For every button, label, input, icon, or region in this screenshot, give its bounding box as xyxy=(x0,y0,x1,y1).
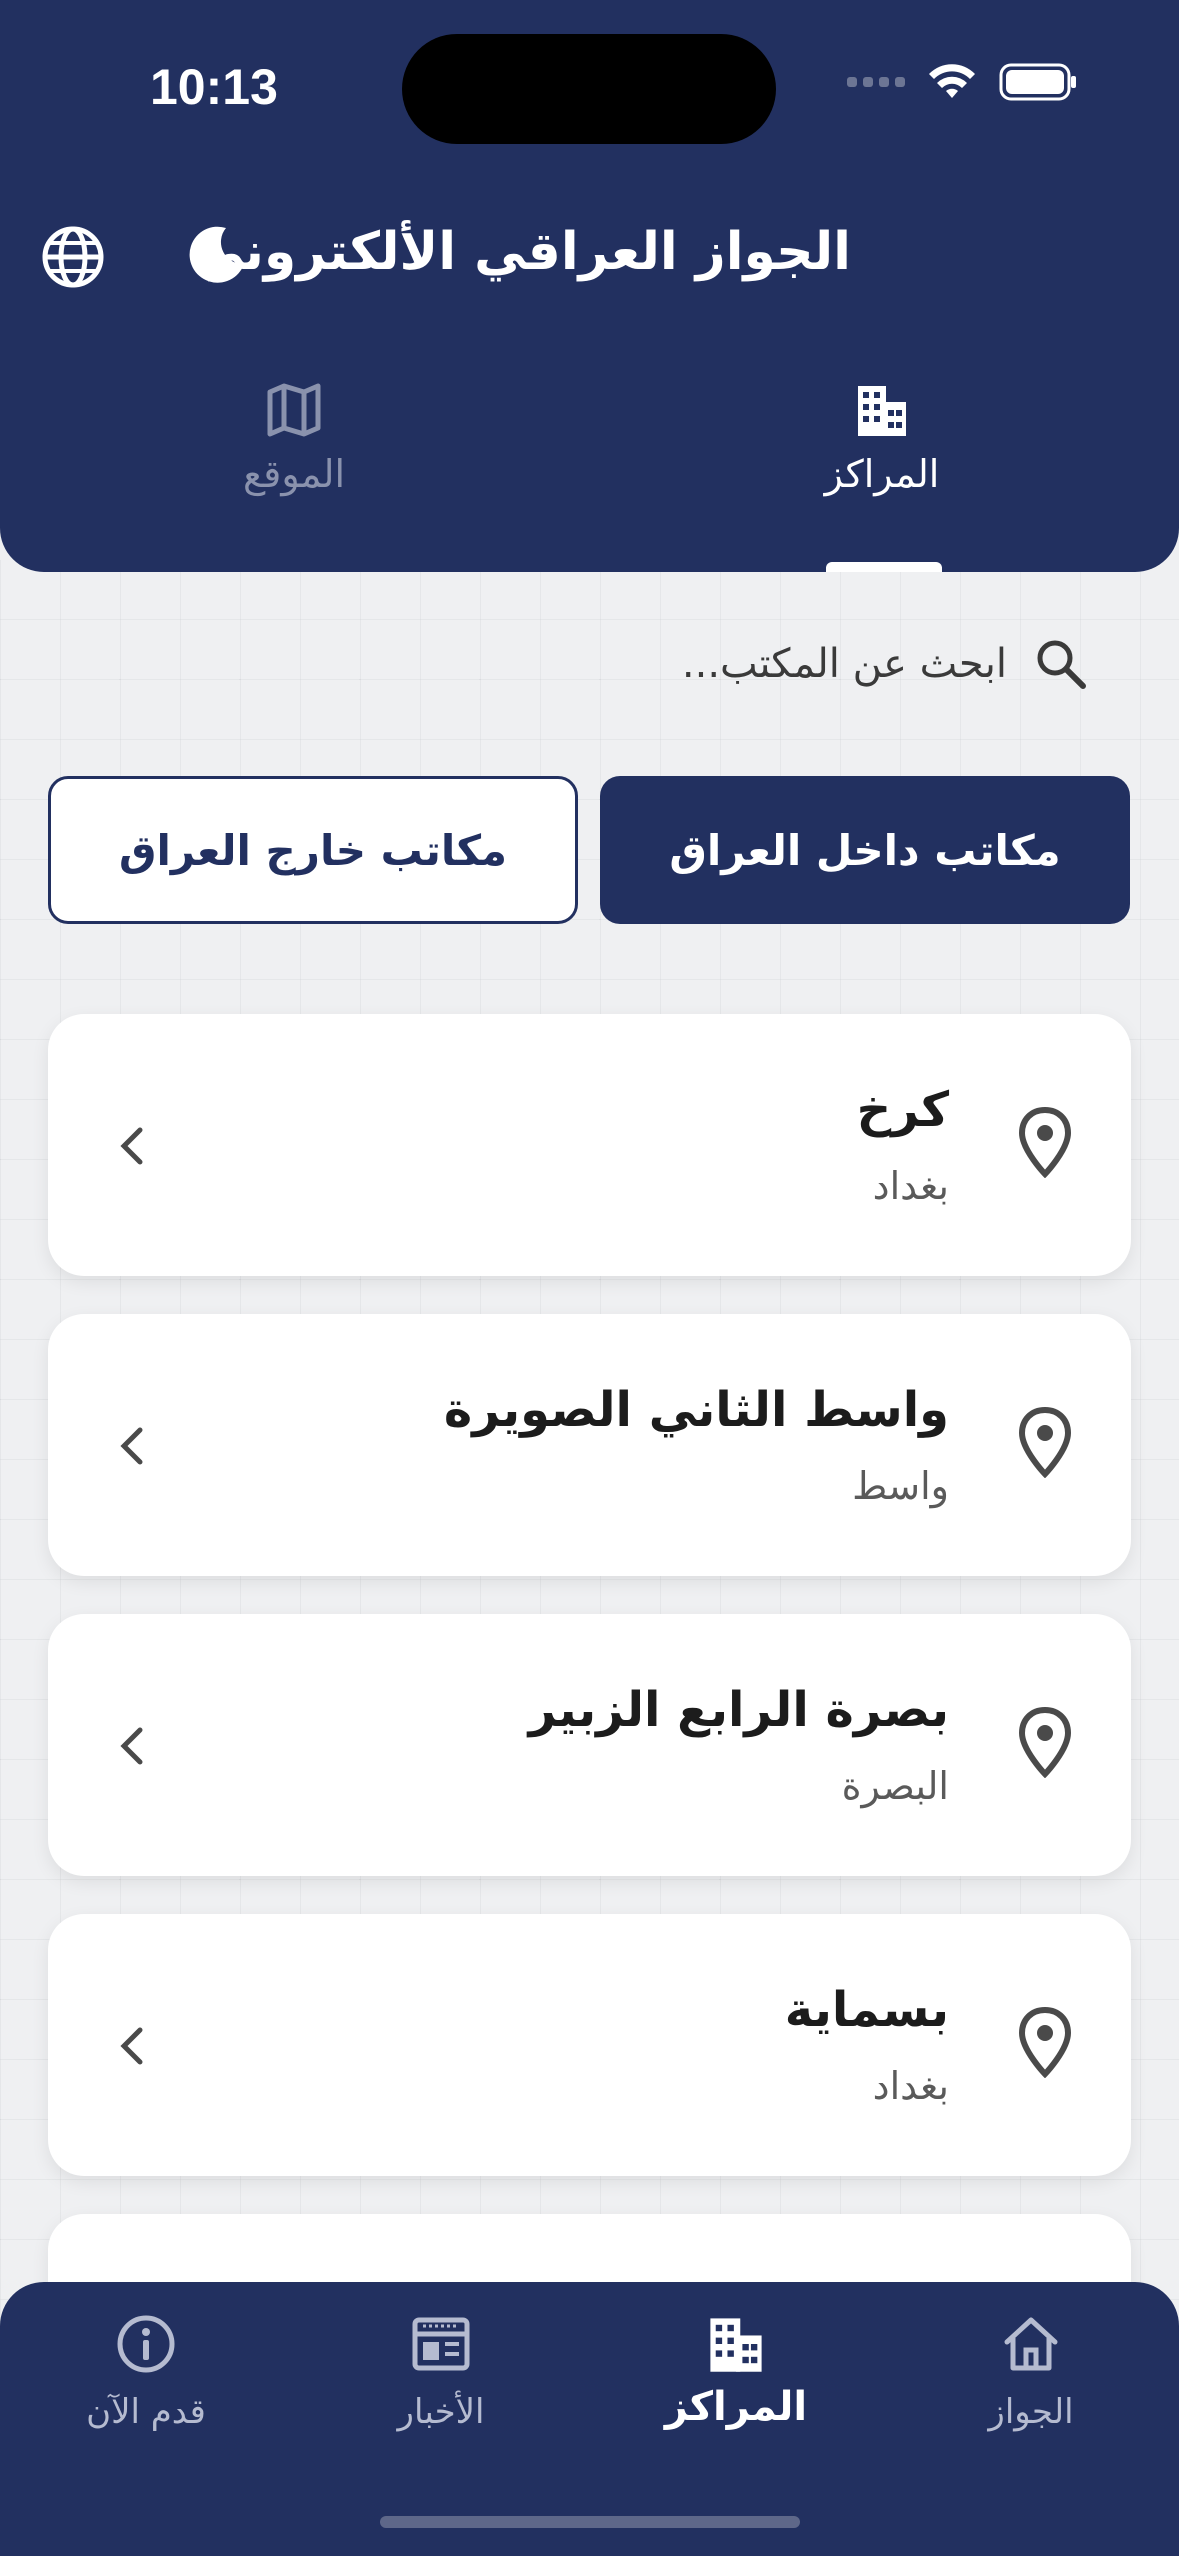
app-header: 10:13 الجواز العراقي الألكتروني المراكز … xyxy=(0,0,1179,572)
active-tab-indicator xyxy=(826,562,942,572)
home-indicator[interactable] xyxy=(380,2516,800,2528)
office-province: البصرة xyxy=(841,1764,949,1808)
office-name: واسط الثاني الصويرة xyxy=(443,1382,949,1438)
search-icon xyxy=(1037,640,1086,689)
office-name: كرخ xyxy=(856,1082,949,1138)
nav-centers-label: المراكز xyxy=(664,2384,808,2430)
nav-passport-label: الجواز xyxy=(988,2392,1074,2432)
location-pin-icon xyxy=(1018,1706,1072,1778)
status-time: 10:13 xyxy=(150,59,278,115)
info-icon xyxy=(117,2315,175,2373)
search-input[interactable]: ابحث عن المكتب... xyxy=(682,641,1007,687)
list-item[interactable]: واسط الثاني الصويرة واسط xyxy=(48,1314,1131,1576)
nav-news-label: الأخبار xyxy=(397,2392,485,2432)
list-item[interactable]: بسماية بغداد xyxy=(48,1914,1131,2176)
chevron-left-icon xyxy=(120,1427,143,1465)
chevron-left-icon xyxy=(120,1127,143,1165)
inside-iraq-button[interactable]: مكاتب داخل العراق xyxy=(600,776,1130,924)
nav-passport[interactable]: الجواز xyxy=(906,2312,1156,2432)
newspaper-icon xyxy=(412,2317,470,2371)
map-icon xyxy=(267,383,321,437)
bottom-navigation: الجواز المراكز الأخبار قدم الآن xyxy=(0,2282,1179,2556)
location-pin-icon xyxy=(1018,1406,1072,1478)
tab-centers[interactable]: المراكز xyxy=(732,380,1032,496)
tab-location[interactable]: الموقع xyxy=(144,380,444,496)
buildings-icon xyxy=(858,386,906,436)
nav-centers[interactable]: المراكز xyxy=(611,2312,861,2430)
app-title: الجواز العراقي الألكتروني xyxy=(191,222,851,282)
globe-icon[interactable] xyxy=(40,224,106,290)
battery-icon xyxy=(999,63,1076,101)
wifi-icon xyxy=(929,64,975,98)
office-name: بصرة الرابع الزبير xyxy=(528,1682,949,1738)
home-icon xyxy=(1004,2317,1058,2371)
location-pin-icon xyxy=(1018,2006,1072,2078)
nav-news[interactable]: الأخبار xyxy=(316,2312,566,2432)
chevron-left-icon xyxy=(120,2027,143,2065)
office-province: بغداد xyxy=(872,2064,949,2108)
buildings-icon xyxy=(710,2318,762,2372)
dynamic-island xyxy=(402,34,776,144)
status-icons xyxy=(847,62,1079,102)
nav-apply-now-label: قدم الآن xyxy=(86,2392,206,2432)
location-pin-icon xyxy=(1018,1106,1072,1178)
list-item[interactable]: كرخ بغداد xyxy=(48,1014,1131,1276)
list-item[interactable]: بصرة الرابع الزبير البصرة xyxy=(48,1614,1131,1876)
search-bar[interactable]: ابحث عن المكتب... xyxy=(682,636,1089,692)
signal-icon xyxy=(847,77,905,87)
nav-apply-now[interactable]: قدم الآن xyxy=(21,2312,271,2432)
outside-iraq-button[interactable]: مكاتب خارج العراق xyxy=(48,776,578,924)
top-tabs: المراكز الموقع xyxy=(0,380,1179,530)
office-province: واسط xyxy=(852,1464,949,1508)
office-name: بسماية xyxy=(784,1982,949,2038)
office-province: بغداد xyxy=(872,1164,949,1208)
chevron-left-icon xyxy=(120,1727,143,1765)
tab-location-label: الموقع xyxy=(242,452,346,496)
tab-centers-label: المراكز xyxy=(824,452,940,496)
